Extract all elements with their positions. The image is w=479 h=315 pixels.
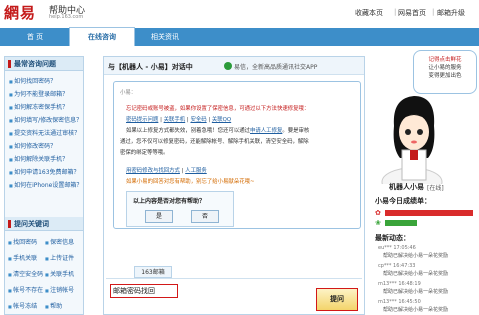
flower-score-bar xyxy=(385,210,473,216)
right-panel: 记得点击鲜花 让小易的服务 变得更加出色 机器人小易 [在线] 小易今日成绩单：… xyxy=(369,46,479,315)
no-button[interactable]: 否 xyxy=(191,210,219,223)
latest-activity-title: 最新动态： xyxy=(375,234,410,242)
faq-item[interactable]: 如何申请163免费邮箱？ xyxy=(9,167,79,176)
bookmark-link[interactable]: 收藏本页 xyxy=(355,8,383,18)
chat-title: 与【机器人 - 小易】对话中 xyxy=(108,63,193,71)
input-area: 邮箱密码找回 提问 xyxy=(106,278,362,314)
keyword-link[interactable]: 手机关联 xyxy=(8,253,37,262)
link-security-code[interactable]: 安全码 xyxy=(190,117,206,123)
tab-news[interactable]: 相关资讯 xyxy=(140,28,190,46)
tab-online-consult[interactable]: 在线咨询 xyxy=(69,27,135,46)
keyword-link[interactable]: 上传证件 xyxy=(45,253,74,262)
feedback-question: 以上内容是否对您有帮助？ xyxy=(133,198,206,205)
activity-text: 帮助已解决给小易一朵花奖励 xyxy=(383,253,449,259)
faq-item[interactable]: 如何填写/修改保密信息？ xyxy=(9,115,82,124)
daily-score-title: 小易今日成绩单： xyxy=(375,197,431,205)
keyword-link[interactable]: 帐号冻结 xyxy=(8,301,37,310)
yixin-app-ad[interactable]: 易信，全新高品质通讯社交APP xyxy=(234,62,317,71)
robot-status: [在线] xyxy=(427,185,444,192)
netease-logo[interactable]: 網易 xyxy=(4,2,36,23)
reply-line-3b: 。要是审核 xyxy=(282,128,310,134)
robot-avatar xyxy=(381,96,443,184)
activity-text: 帮助已解决给小易一朵花奖励 xyxy=(383,307,449,313)
faq-item[interactable]: 如何解除关联手机？ xyxy=(9,154,68,163)
yixin-app-icon xyxy=(224,62,232,70)
faq-item[interactable]: 提交资料无法通过审核？ xyxy=(9,128,80,137)
faq-item[interactable]: 如何修改密码？ xyxy=(9,141,56,150)
reply-line-3a: 如果以上修复方式都失效，别着急哦！您还可以通过 xyxy=(126,128,250,134)
keyword-link[interactable]: 关联手机 xyxy=(45,269,74,278)
link-linked-phone[interactable]: 关联手机 xyxy=(164,117,186,123)
keyword-link[interactable]: 帐号不存在 xyxy=(8,285,43,294)
keywords-section-title: 提问关键词 xyxy=(5,217,83,231)
ask-button[interactable]: 提问 xyxy=(316,288,358,311)
keyword-link[interactable]: 帮助 xyxy=(45,301,62,310)
keyword-link[interactable]: 注销帐号 xyxy=(45,285,74,294)
keyword-link[interactable]: 清空安全码 xyxy=(8,269,43,278)
activity-user: m13*** 16:48:19 xyxy=(378,281,421,287)
activity-text: 帮助已解决给小易一朵花奖励 xyxy=(383,289,449,295)
speech-line: 变得更加出色 xyxy=(428,73,462,79)
faq-item[interactable]: 如何在iPhone设置邮箱？ xyxy=(9,180,82,189)
link-security-question[interactable]: 密码提示问题 xyxy=(126,117,158,123)
leaf-icon: ❀ xyxy=(375,219,381,227)
chat-panel: 与【机器人 - 小易】对话中 易信，全新高品质通讯社交APP 小易： 忘记密码或… xyxy=(103,56,365,315)
faq-section-title: 最常咨询问题 xyxy=(5,57,83,71)
leaf-score-bar xyxy=(385,220,417,226)
link-password-methods[interactable]: 用密码修改与找回方式 xyxy=(126,168,180,174)
keyword-link[interactable]: 保密信息 xyxy=(45,237,74,246)
reply-line-1: 忘记密码或账号被盗，如果你设置了保密信息，可通过以下方法快速修复哦： xyxy=(126,106,310,112)
flower-icon: ✿ xyxy=(375,209,381,217)
tab-home[interactable]: 首 页 xyxy=(10,28,60,46)
link-manual-repair[interactable]: 申请人工修复 xyxy=(250,128,282,134)
link-manual-service[interactable]: 人工服务 xyxy=(185,168,207,174)
chat-header: 与【机器人 - 小易】对话中 易信，全新高品质通讯社交APP xyxy=(104,57,364,75)
reply-line-5: 密保的绑定等等哦。 xyxy=(120,150,169,156)
header: 網易 帮助中心 help.163.com 收藏本页 | 网易首页 | 邮箱升级 xyxy=(0,0,479,26)
reply-line-4: 通过，您不仅可以修复密码，还能解除帐号、解除手机关联，清空安全码，解除 xyxy=(120,139,309,145)
faq-item[interactable]: 如何解冻密保手机？ xyxy=(9,102,68,111)
link-linked-qq[interactable]: 关联QQ xyxy=(212,117,231,123)
feedback-box: 以上内容是否对您有帮助？ 是 否 xyxy=(126,191,234,227)
activity-text: 帮助已解决给小易一朵花奖励 xyxy=(383,271,449,277)
activity-user: m13*** 16:45:50 xyxy=(378,299,421,305)
mailbox-upgrade-link[interactable]: 邮箱升级 xyxy=(437,8,465,18)
activity-user: cp*** 16:47:33 xyxy=(378,263,416,269)
left-sidebar: 最常咨询问题 如何找回密码？ 为何不能登录邮箱？ 如何解冻密保手机？ 如何填写/… xyxy=(4,56,84,315)
help-center-url: help.163.com xyxy=(49,14,84,20)
yes-button[interactable]: 是 xyxy=(145,210,173,223)
activity-user: eu*** 17:05:46 xyxy=(378,245,416,251)
tab-163-mail[interactable]: 163邮箱 xyxy=(134,266,172,278)
speech-line: 记得点击鲜花 xyxy=(428,57,462,63)
faq-item[interactable]: 如何找回密码？ xyxy=(9,76,56,85)
faq-item[interactable]: 为何不能登录邮箱？ xyxy=(9,89,68,98)
robot-name: 机器人小易 xyxy=(389,183,424,191)
question-input[interactable]: 邮箱密码找回 xyxy=(110,284,178,298)
speech-line: 让小易的服务 xyxy=(428,65,462,71)
speaker-label: 小易： xyxy=(120,90,137,96)
netease-home-link[interactable]: 网易首页 xyxy=(398,8,426,18)
keyword-link[interactable]: 找回密码 xyxy=(8,237,37,246)
flower-hint: 如果小易的回答对您有帮助，别忘了给小易献朵花哦~ xyxy=(126,179,255,185)
